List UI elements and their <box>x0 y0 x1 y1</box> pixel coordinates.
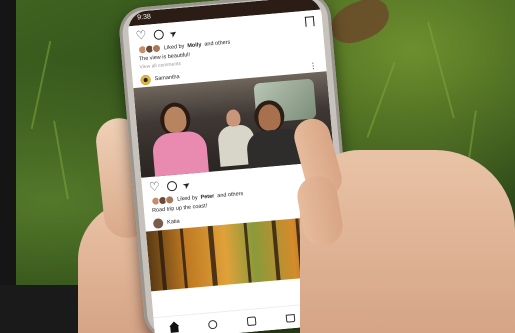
avatar[interactable] <box>140 74 152 86</box>
share-icon[interactable] <box>183 179 195 191</box>
liker-avatars <box>137 43 162 55</box>
avatar[interactable] <box>152 218 164 229</box>
heart-icon[interactable] <box>136 30 148 42</box>
left-dark-bar <box>0 0 16 333</box>
bottom-dark-bar <box>0 285 90 333</box>
bookmark-icon[interactable] <box>304 16 315 27</box>
reels-icon[interactable] <box>246 315 257 326</box>
liked-user[interactable]: Molly <box>187 42 202 49</box>
heart-icon[interactable] <box>150 182 162 194</box>
post-2-author[interactable]: Samantha <box>154 74 180 82</box>
liker-avatars <box>150 195 175 206</box>
photo-scene: 9:38 Liked by Molly and others The view … <box>0 0 515 333</box>
share-icon[interactable] <box>169 27 181 39</box>
liked-user[interactable]: Peter <box>200 193 214 200</box>
search-icon[interactable] <box>208 319 218 329</box>
home-icon[interactable] <box>169 322 180 333</box>
shop-icon[interactable] <box>285 313 295 323</box>
status-time: 9:38 <box>136 13 152 22</box>
more-options-icon[interactable]: ⋮ <box>309 60 319 70</box>
comment-icon[interactable] <box>153 29 165 41</box>
post-3-author[interactable]: Katia <box>167 219 180 226</box>
comment-icon[interactable] <box>166 180 178 192</box>
